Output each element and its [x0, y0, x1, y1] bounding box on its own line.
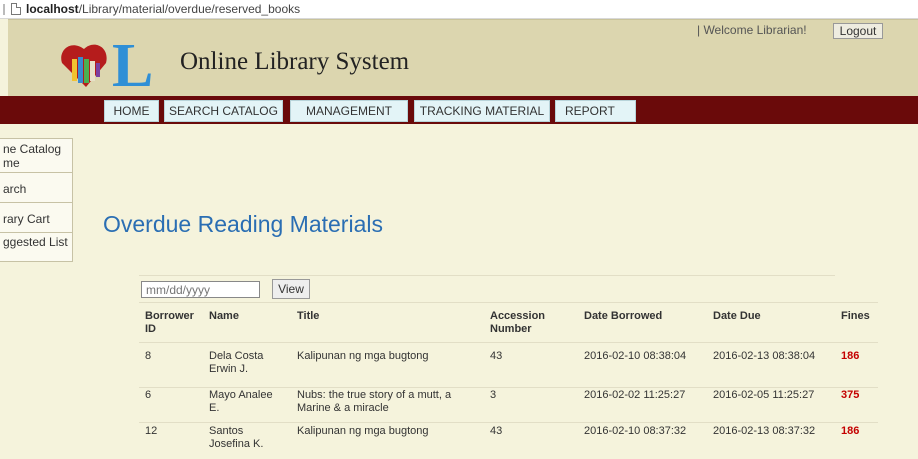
url-path: /Library/material/overdue/reserved_books: [78, 2, 301, 16]
column-header-date-due: Date Due: [713, 310, 761, 322]
column-header-name: Name: [209, 310, 239, 322]
header-text: Accession: [490, 310, 546, 322]
sidebar-item-search[interactable]: arch: [0, 173, 72, 203]
sidebar-item-label: ne Catalog: [3, 142, 62, 156]
name-line: Erwin J.: [209, 363, 249, 375]
cell-title: Nubs: the true story of a mutt, a Marine…: [297, 389, 451, 415]
cell-date-borrowed: 2016-02-10 08:38:04: [584, 350, 687, 362]
title-line: Marine & a miracle: [297, 402, 389, 414]
main-nav: HOME SEARCH CATALOG MANAGEMENT TRACKING …: [0, 96, 918, 124]
library-logo-icon: L: [61, 33, 153, 89]
table-row: 12 Santos Josefina K. Kalipunan ng mga b…: [139, 422, 878, 458]
divider: [139, 275, 835, 276]
cell-name: Mayo Analee E.: [209, 389, 273, 415]
column-header-title: Title: [297, 310, 320, 322]
table-header-row: Borrower ID Name Title Accession Number …: [139, 302, 878, 342]
cell-accession: 3: [490, 389, 497, 401]
page-title: Overdue Reading Materials: [103, 211, 383, 237]
nav-home[interactable]: HOME: [104, 100, 159, 122]
sidebar-item-library-cart[interactable]: rary Cart: [0, 203, 72, 233]
nav-management[interactable]: MANAGEMENT: [290, 100, 408, 122]
sidebar-item-label: arch: [3, 182, 27, 196]
cell-date-borrowed: 2016-02-02 11:25:27: [584, 389, 686, 401]
url-host: localhost: [26, 2, 79, 16]
header-text: Borrower: [145, 310, 194, 322]
column-header-accession: Accession Number: [490, 310, 545, 336]
date-input[interactable]: [141, 281, 260, 298]
browser-address-bar[interactable]: localhost/Library/material/overdue/reser…: [0, 0, 918, 19]
logout-button[interactable]: Logout: [833, 23, 883, 39]
sidebar-item-label: rary Cart: [3, 212, 50, 226]
table-row: 8 Dela Costa Erwin J. Kalipunan ng mga b…: [139, 342, 878, 387]
cell-name: Santos Josefina K.: [209, 425, 263, 451]
cell-fines: 375: [841, 389, 860, 401]
cell-date-due: 2016-02-13 08:37:32: [713, 425, 816, 437]
table-row: 6 Mayo Analee E. Nubs: the true story of…: [139, 387, 878, 422]
cell-fines: 186: [841, 425, 860, 437]
header-text: Number: [490, 323, 532, 335]
sidebar-item-online-catalog[interactable]: ne Catalog me: [0, 142, 72, 173]
cell-date-borrowed: 2016-02-10 08:37:32: [584, 425, 687, 437]
title-line: Kalipunan ng mga bugtong: [297, 425, 429, 437]
column-header-date-borrowed: Date Borrowed: [584, 310, 663, 322]
cell-borrower-id: 12: [145, 425, 158, 437]
column-header-borrower-id: Borrower ID: [145, 310, 194, 336]
name-line: Dela Costa: [209, 350, 264, 362]
cell-borrower-id: 6: [145, 389, 152, 401]
cell-fines: 186: [841, 350, 860, 362]
name-line: Josefina K.: [209, 438, 264, 450]
page-icon: [11, 3, 21, 15]
cell-name: Dela Costa Erwin J.: [209, 350, 263, 376]
column-header-fines: Fines: [841, 310, 870, 322]
cell-title: Kalipunan ng mga bugtong: [297, 425, 429, 438]
address-bar-edge: [3, 4, 5, 15]
name-line: Santos: [209, 425, 244, 437]
logo-letter: L: [112, 33, 153, 89]
header-text: ID: [145, 323, 156, 335]
site-title: Online Library System: [180, 48, 410, 75]
title-line: Nubs: the true story of a mutt, a: [297, 389, 452, 401]
cell-title: Kalipunan ng mga bugtong: [297, 350, 429, 363]
cell-borrower-id: 8: [145, 350, 152, 362]
view-button[interactable]: View: [272, 279, 310, 299]
cell-accession: 43: [490, 425, 503, 437]
welcome-text: | Welcome Librarian!: [697, 23, 807, 37]
site-header: | Welcome Librarian! Logout L Online Lib…: [8, 19, 918, 96]
title-line: Kalipunan ng mga bugtong: [297, 350, 429, 362]
nav-report[interactable]: REPORT: [555, 100, 636, 122]
nav-search-catalog[interactable]: SEARCH CATALOG: [164, 100, 283, 122]
cell-date-due: 2016-02-05 11:25:27: [713, 389, 815, 401]
sidebar-item-label: me: [3, 156, 20, 170]
nav-tracking-material[interactable]: TRACKING MATERIAL: [414, 100, 550, 122]
cell-date-due: 2016-02-13 08:38:04: [713, 350, 816, 362]
sidebar-item-suggested-list[interactable]: ggested List: [0, 233, 72, 261]
sidebar-item-label: ggested List: [3, 235, 68, 249]
name-line: E.: [209, 402, 220, 414]
url-text[interactable]: localhost/Library/material/overdue/reser…: [26, 2, 300, 16]
sidebar: ne Catalog me arch rary Cart ggested Lis…: [0, 138, 73, 262]
name-line: Mayo Analee: [209, 389, 273, 401]
cell-accession: 43: [490, 350, 503, 362]
